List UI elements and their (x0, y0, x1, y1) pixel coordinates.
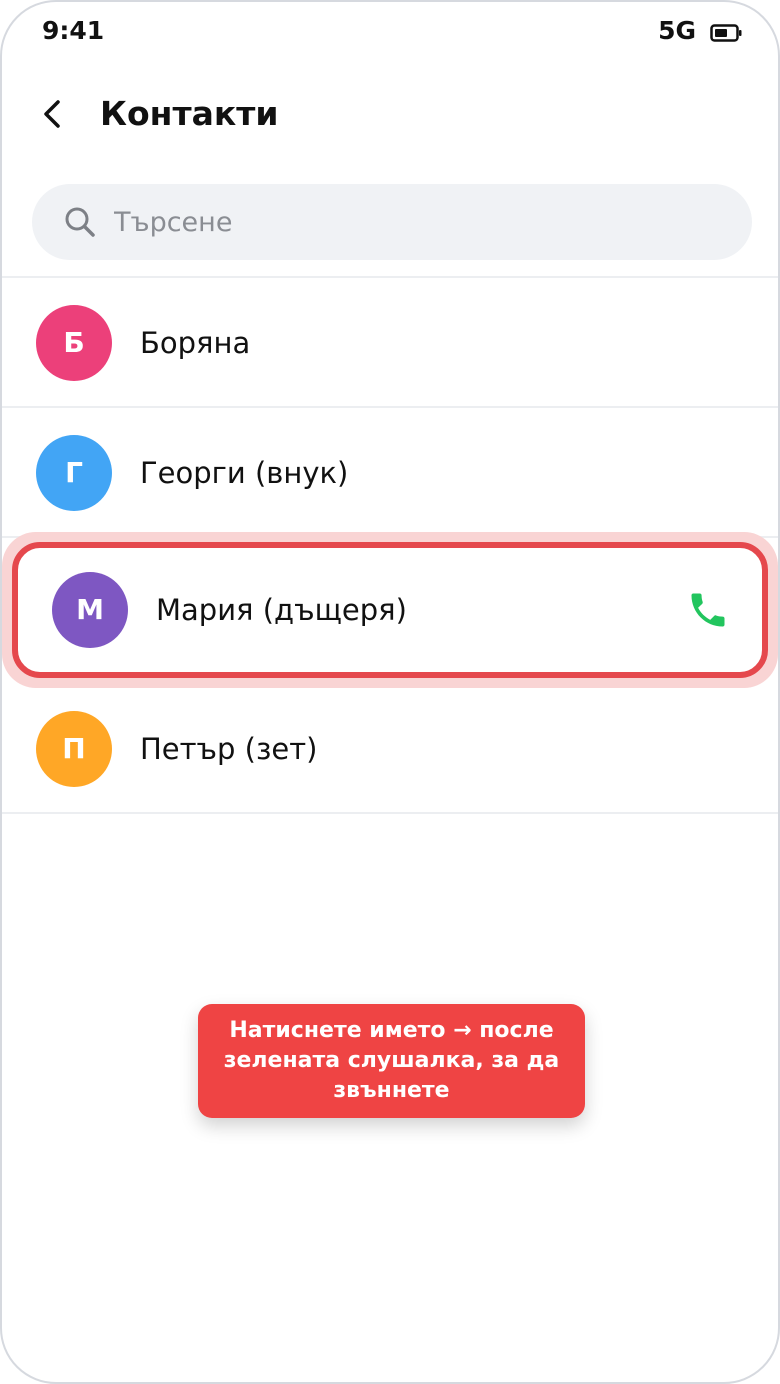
hint-line-1: Натиснете името → после (229, 1018, 554, 1043)
status-bar: 9:41 5G (2, 2, 778, 64)
contact-row-boryana[interactable]: Б Боряна (2, 278, 778, 408)
hint-tooltip: Натиснете името → после зелената слушалк… (198, 1004, 585, 1118)
phone-screen: 9:41 5G Контакти Б Боряна Г Георги (внук… (0, 0, 780, 1384)
network-indicator: 5G (658, 16, 696, 45)
hint-line-2: зелената слушалка, за да звъннете (223, 1048, 560, 1103)
avatar: Б (36, 305, 112, 381)
avatar: П (36, 711, 112, 787)
chevron-left-icon[interactable] (32, 92, 76, 136)
search-input[interactable] (114, 184, 714, 260)
battery-icon (710, 24, 742, 42)
header: Контакти (2, 72, 778, 156)
contact-row-maria[interactable]: М Мария (дъщеря) (2, 532, 778, 688)
status-time: 9:41 (42, 16, 105, 45)
avatar: М (52, 572, 128, 648)
search-bar[interactable] (32, 184, 752, 260)
contact-row-georgi[interactable]: Г Георги (внук) (2, 408, 778, 538)
contact-name: Георги (внук) (140, 456, 349, 490)
page-title: Контакти (100, 94, 279, 133)
phone-icon[interactable] (686, 588, 730, 632)
search-icon (65, 207, 95, 237)
contact-name: Мария (дъщеря) (156, 593, 407, 627)
divider (2, 812, 778, 814)
contact-name: Петър (зет) (140, 732, 318, 766)
contact-name: Боряна (140, 326, 251, 360)
contact-row-petar[interactable]: П Петър (зет) (2, 684, 778, 814)
avatar: Г (36, 435, 112, 511)
